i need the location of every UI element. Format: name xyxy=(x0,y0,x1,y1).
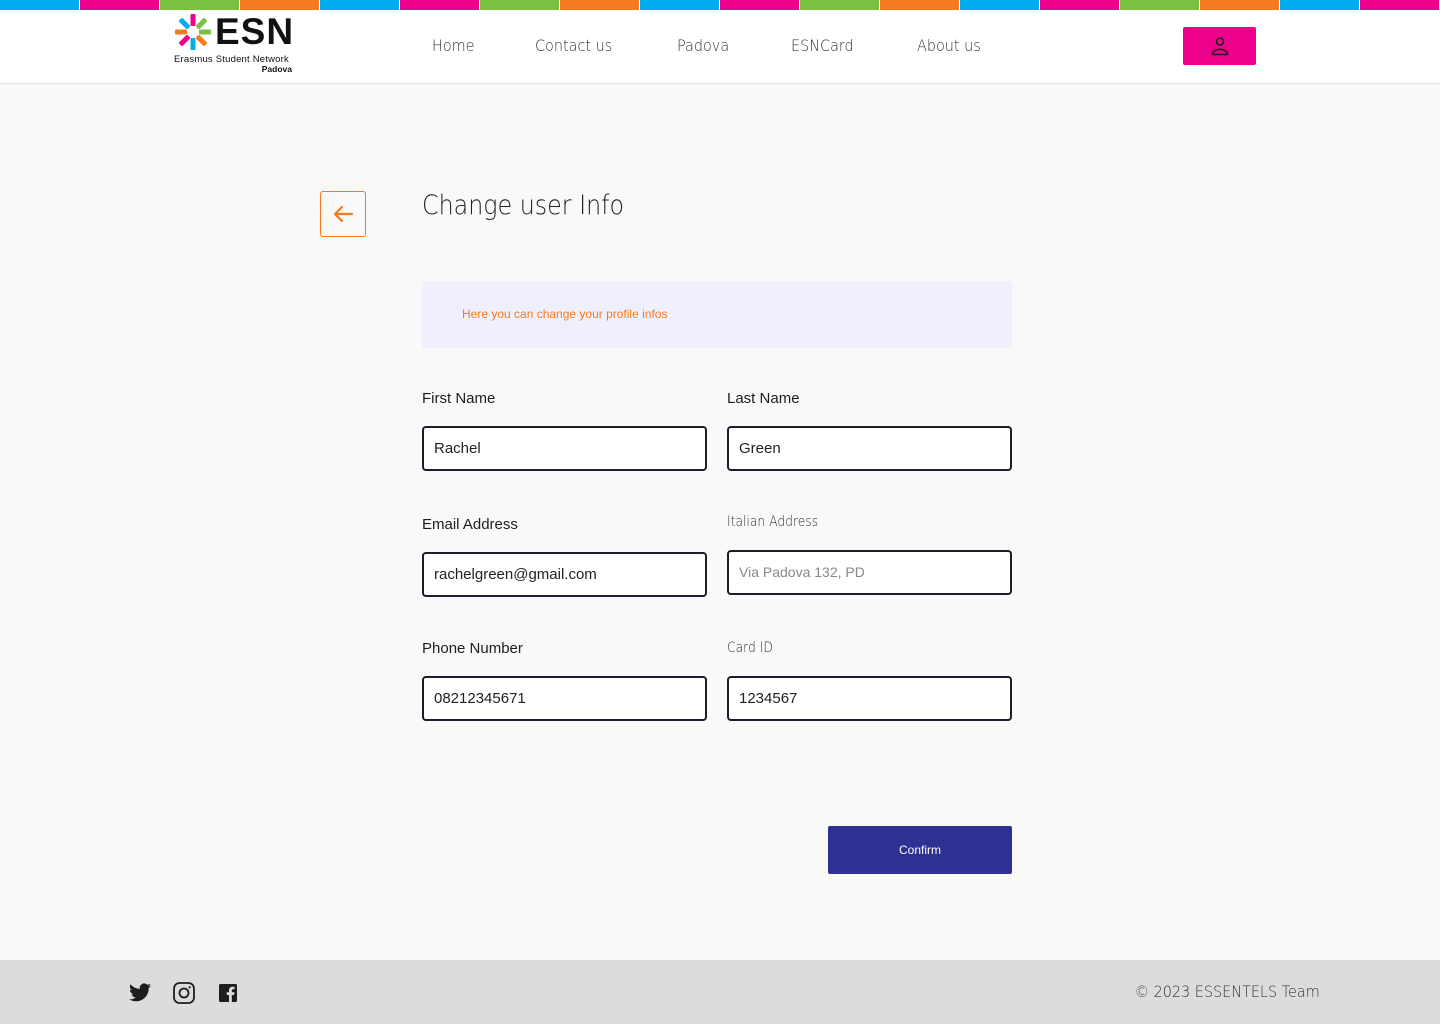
stripe-segment xyxy=(720,0,800,10)
stripe-segment xyxy=(0,0,80,10)
back-button[interactable] xyxy=(320,191,366,237)
card-id-label: Card ID xyxy=(727,640,773,656)
phone-number-label: Phone Number xyxy=(422,640,523,657)
stripe-segment xyxy=(400,0,480,10)
nav-home[interactable]: Home xyxy=(432,36,475,55)
email-input[interactable] xyxy=(422,552,707,597)
footer: © 2023 ESSENTELS Team xyxy=(0,960,1440,1024)
stripe-segment xyxy=(480,0,560,10)
twitter-icon[interactable] xyxy=(128,981,152,1005)
confirm-button[interactable]: Confirm xyxy=(828,826,1012,874)
info-text: Here you can change your profile infos xyxy=(462,307,668,321)
nav-padova[interactable]: Padova xyxy=(677,36,729,55)
nav-about-us[interactable]: About us xyxy=(917,36,981,55)
first-name-label: First Name xyxy=(422,390,496,407)
arrow-left-icon xyxy=(333,205,354,223)
stripe-segment xyxy=(1360,0,1440,10)
email-label: Email Address xyxy=(422,516,518,533)
logo-wordmark: ESN xyxy=(215,11,295,52)
card-id-input[interactable] xyxy=(727,676,1012,721)
last-name-label: Last Name xyxy=(727,390,800,407)
stripe-segment xyxy=(1280,0,1360,10)
page-title: Change user Info xyxy=(422,190,625,221)
stripe-segment xyxy=(80,0,160,10)
brand-color-stripe xyxy=(0,0,1440,10)
user-icon xyxy=(1211,37,1228,56)
instagram-icon[interactable] xyxy=(172,981,196,1005)
stripe-segment xyxy=(1040,0,1120,10)
facebook-icon[interactable] xyxy=(216,981,240,1005)
esn-star-icon xyxy=(175,14,211,50)
copyright-text: © 2023 ESSENTELS Team xyxy=(1134,982,1320,1001)
stripe-segment xyxy=(320,0,400,10)
user-profile-button[interactable] xyxy=(1183,27,1256,65)
italian-address-label: Italian Address xyxy=(727,514,819,530)
nav-contact-us[interactable]: Contact us xyxy=(535,36,612,55)
top-navbar: ESN Erasmus Student Network Padova Home … xyxy=(0,10,1440,84)
stripe-segment xyxy=(1200,0,1280,10)
first-name-input[interactable] xyxy=(422,426,707,471)
stripe-segment xyxy=(240,0,320,10)
stripe-segment xyxy=(640,0,720,10)
main-nav: Home Contact us Padova ESNCard About us xyxy=(432,36,1044,55)
stripe-segment xyxy=(160,0,240,10)
italian-address-input[interactable] xyxy=(727,550,1012,595)
last-name-input[interactable] xyxy=(727,426,1012,471)
stripe-segment xyxy=(1120,0,1200,10)
nav-esncard[interactable]: ESNCard xyxy=(791,36,854,55)
logo-city: Padova xyxy=(261,64,292,74)
phone-number-input[interactable] xyxy=(422,676,707,721)
stripe-segment xyxy=(960,0,1040,10)
info-banner: Here you can change your profile infos xyxy=(422,281,1012,348)
stripe-segment xyxy=(560,0,640,10)
stripe-segment xyxy=(800,0,880,10)
stripe-segment xyxy=(880,0,960,10)
esn-logo[interactable]: ESN Erasmus Student Network Padova xyxy=(174,11,298,76)
